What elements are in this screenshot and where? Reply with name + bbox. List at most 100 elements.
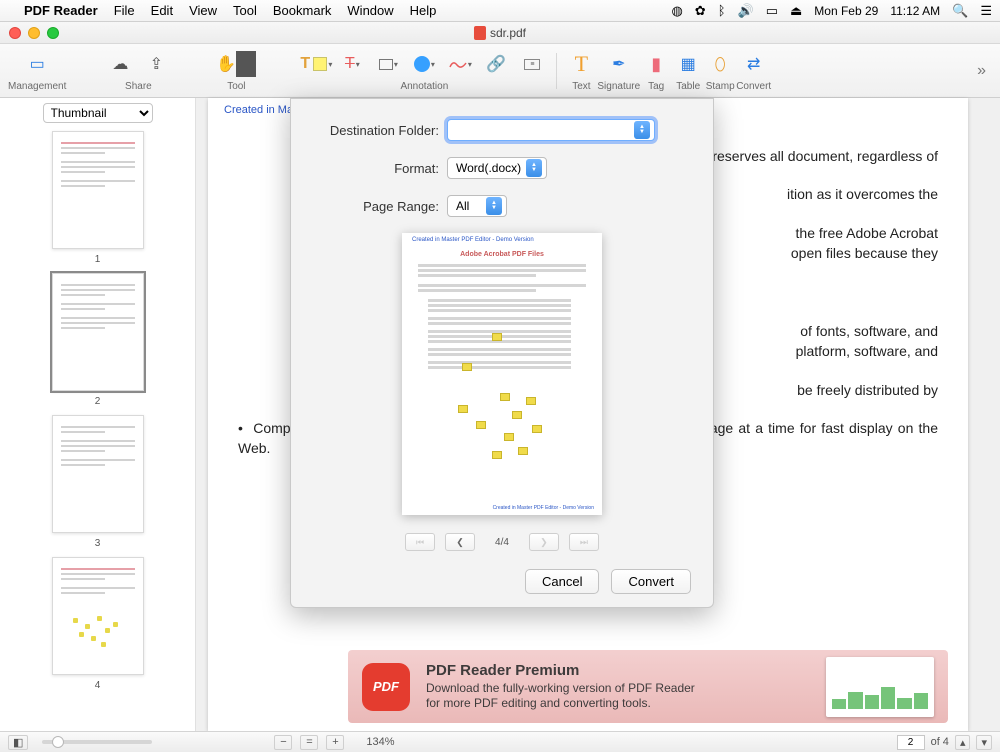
menu-tool[interactable]: Tool (233, 3, 257, 18)
window-titlebar: sdr.pdf (0, 22, 1000, 44)
thumbnail-3-number: 3 (95, 538, 101, 549)
premium-banner[interactable]: PDF PDF Reader Premium Download the full… (348, 650, 948, 723)
page-down-button[interactable]: ▾ (976, 735, 992, 750)
system-menubar: PDF Reader File Edit View Tool Bookmark … (0, 0, 1000, 22)
chevron-updown-icon: ▲▼ (526, 159, 542, 177)
thumbnail-1-number: 1 (95, 254, 101, 265)
banner-title: PDF Reader Premium (426, 662, 695, 679)
dropbox-icon[interactable]: ◍ (671, 3, 682, 19)
folder-icon: ▭ (30, 54, 45, 74)
export-icon: ⇪ (150, 54, 163, 74)
management-button[interactable]: ▭ (21, 51, 53, 77)
display-icon[interactable]: ▭ (766, 3, 778, 19)
pdf-file-icon (474, 26, 486, 40)
tool-selector[interactable]: ✋ (216, 51, 256, 77)
main-toolbar: ▭ Management ☁ ⇪ Share ✋ Tool T▾ T▾ ▾ ▾ … (0, 44, 1000, 98)
convert-confirm-button[interactable]: Convert (611, 569, 691, 594)
thumbnail-4-number: 4 (95, 680, 101, 691)
form-icon: ≡ (524, 59, 540, 70)
pager-prev-button[interactable]: ❮ (445, 533, 475, 551)
menu-help[interactable]: Help (410, 3, 437, 18)
form-button[interactable]: ≡ (516, 51, 548, 77)
menu-bookmark[interactable]: Bookmark (273, 3, 332, 18)
menu-edit[interactable]: Edit (151, 3, 173, 18)
preview-header: Created in Master PDF Editor - Demo Vers… (412, 237, 534, 243)
page-watermark: Created in Ma (224, 104, 293, 116)
link-icon: 🔗 (486, 54, 506, 74)
notifications-icon[interactable]: ☰ (980, 3, 992, 19)
minimize-window-button[interactable] (28, 27, 40, 39)
tag-button[interactable]: ▮ (640, 51, 672, 77)
date-display[interactable]: Mon Feb 29 (814, 4, 878, 18)
zoom-out-button[interactable]: − (274, 735, 292, 750)
circle-button[interactable]: ▾ (408, 51, 440, 77)
zoom-value: 134% (366, 736, 394, 748)
stamp-icon: ⬯ (715, 54, 726, 75)
thumbnail-1[interactable] (52, 131, 144, 249)
bluetooth-icon[interactable]: ᛒ (718, 3, 726, 18)
page-preview: Created in Master PDF Editor - Demo Vers… (402, 233, 602, 515)
menu-file[interactable]: File (114, 3, 135, 18)
rect-button[interactable]: ▾ (372, 51, 404, 77)
table-button[interactable]: ▦ (672, 51, 704, 77)
app-menu[interactable]: PDF Reader (24, 3, 98, 18)
thumbnail-2[interactable] (52, 273, 144, 391)
cancel-button[interactable]: Cancel (525, 569, 599, 594)
zoom-window-button[interactable] (47, 27, 59, 39)
page-number-input[interactable] (897, 735, 925, 750)
eject-icon[interactable]: ⏏ (790, 3, 802, 19)
banner-text: Download the fully-working version of PD… (426, 681, 695, 711)
banner-screenshot (826, 657, 934, 717)
squiggle-button[interactable]: ▾ (444, 51, 476, 77)
convert-button[interactable]: ⇄ (738, 51, 770, 77)
table-label: Table (676, 81, 700, 92)
spotlight-icon[interactable]: 🔍 (952, 3, 968, 19)
text-button[interactable]: T (565, 51, 597, 77)
format-combo[interactable]: Word(.docx) ▲▼ (447, 157, 547, 179)
pager-position: 4/4 (495, 537, 509, 548)
signature-button[interactable]: ✒ (603, 51, 635, 77)
link-button[interactable]: 🔗 (480, 51, 512, 77)
dest-label: Destination Folder: (313, 123, 439, 138)
volume-icon[interactable]: 🔊 (738, 3, 754, 19)
settings-icon[interactable]: ✿ (695, 3, 706, 19)
table-icon: ▦ (681, 54, 696, 74)
share-cloud-button[interactable]: ☁ (104, 51, 136, 77)
close-window-button[interactable] (9, 27, 21, 39)
cloud-icon: ☁ (112, 54, 128, 74)
highlight-button[interactable]: T▾ (300, 51, 332, 77)
zoom-in-button[interactable]: + (326, 735, 344, 750)
strikeout-icon: T (345, 55, 355, 73)
range-value: All (456, 199, 469, 213)
sidebar-mode-select[interactable]: Thumbnail (43, 103, 153, 123)
rectangle-icon (379, 59, 393, 70)
preview-footer: Created in Master PDF Editor - Demo Vers… (493, 505, 594, 511)
text-label: Text (572, 81, 590, 92)
pager-last-button[interactable]: ⏭ (569, 533, 599, 551)
tool-label: Tool (227, 81, 245, 92)
time-display[interactable]: 11:12 AM (890, 4, 940, 18)
thumbnail-2-number: 2 (95, 396, 101, 407)
page-up-button[interactable]: ▴ (955, 735, 971, 750)
menu-window[interactable]: Window (347, 3, 393, 18)
chevron-down-icon: ▾ (328, 60, 332, 69)
sidebar-toggle-button[interactable]: ◧ (8, 735, 28, 750)
thumbnail-4[interactable] (52, 557, 144, 675)
chevron-updown-icon: ▲▼ (486, 197, 502, 215)
share-export-button[interactable]: ⇪ (140, 51, 172, 77)
page-total: of 4 (931, 736, 949, 748)
zoom-slider[interactable] (42, 740, 152, 744)
thumbnail-3[interactable] (52, 415, 144, 533)
zoom-reset-button[interactable]: = (300, 735, 318, 750)
stamp-button[interactable]: ⬯ (704, 51, 736, 77)
range-combo[interactable]: All ▲▼ (447, 195, 507, 217)
window-title: sdr.pdf (490, 26, 526, 40)
dest-folder-combo[interactable]: ▲▼ (447, 119, 655, 141)
convert-icon: ⇄ (747, 54, 760, 74)
preview-title: Adobe Acrobat PDF Files (418, 251, 586, 258)
pager-next-button[interactable]: ❯ (529, 533, 559, 551)
menu-view[interactable]: View (189, 3, 217, 18)
strikeout-button[interactable]: T▾ (336, 51, 368, 77)
toolbar-overflow-button[interactable]: » (977, 62, 992, 80)
pager-first-button[interactable]: ⏮ (405, 533, 435, 551)
